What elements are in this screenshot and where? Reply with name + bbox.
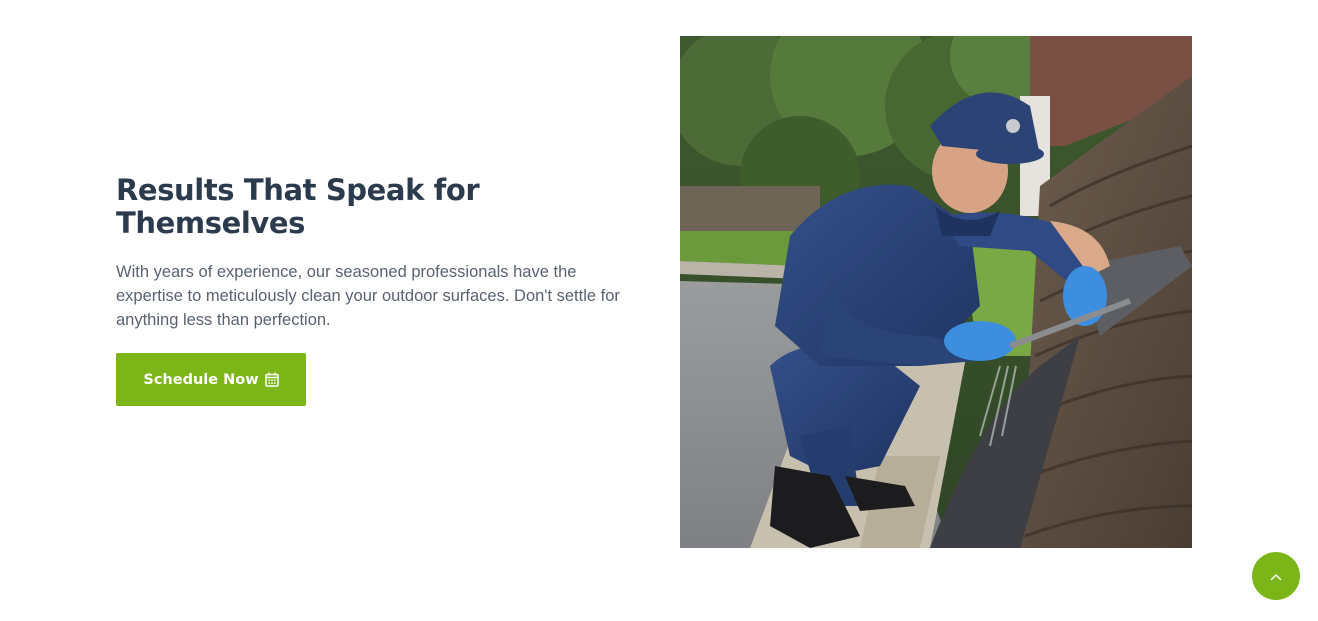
chevron-up-icon — [1270, 569, 1282, 584]
hero-text-column: Results That Speak for Themselves With y… — [116, 174, 646, 332]
section-heading: Results That Speak for Themselves — [116, 173, 480, 240]
schedule-now-button[interactable]: Schedule Now — [116, 353, 306, 406]
worker-cleaning-roof-photo — [680, 36, 1192, 548]
scroll-to-top-button[interactable] — [1252, 552, 1300, 600]
calendar-icon — [264, 372, 279, 387]
schedule-now-label: Schedule Now — [143, 371, 259, 388]
section-description: With years of experience, our seasoned p… — [116, 263, 620, 329]
